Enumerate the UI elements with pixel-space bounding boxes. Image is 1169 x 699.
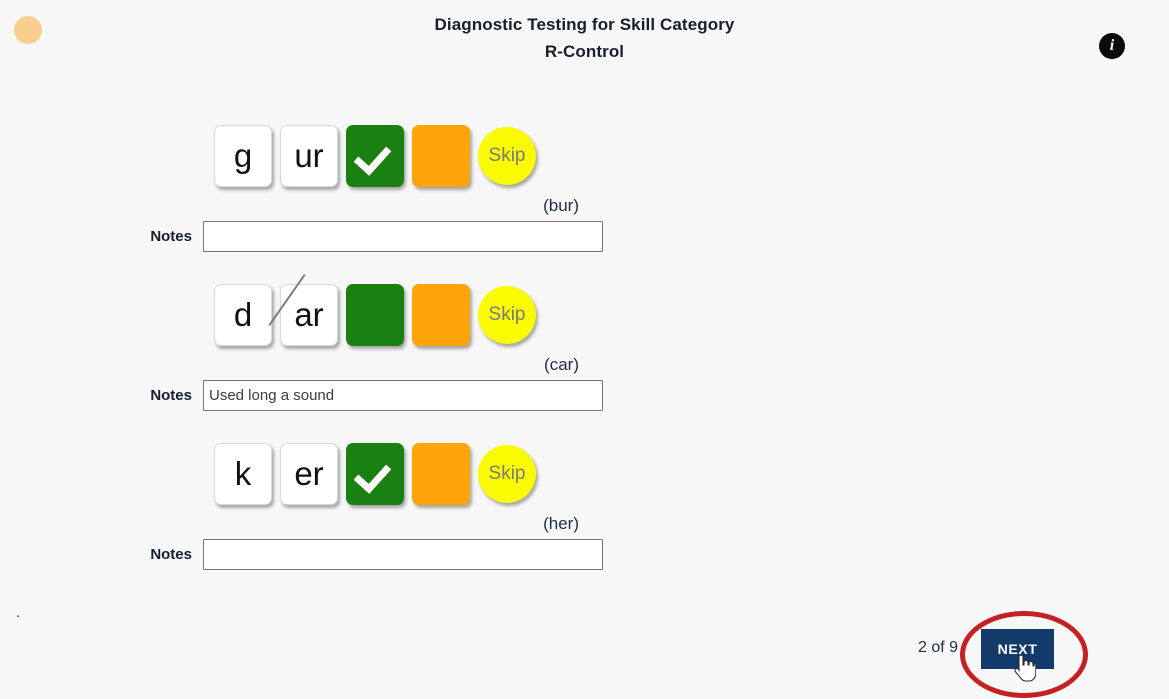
notes-row: Notes xyxy=(0,380,603,411)
notes-label: Notes xyxy=(150,387,192,404)
stray-dot: . xyxy=(16,604,21,621)
page-title: Diagnostic Testing for Skill Category R-… xyxy=(0,11,1169,65)
phoneme-tile[interactable]: k xyxy=(214,443,272,505)
phoneme-tile-label: k xyxy=(234,455,252,492)
notes-label: Notes xyxy=(150,546,192,563)
phoneme-tile[interactable]: g xyxy=(214,125,272,187)
notes-row: Notes xyxy=(0,539,603,570)
notes-input[interactable] xyxy=(203,539,603,570)
phoneme-tile[interactable]: ar xyxy=(268,274,338,346)
target-word-label: (car) xyxy=(544,355,579,374)
skip-button[interactable]: Skip xyxy=(478,127,536,185)
phoneme-tile[interactable]: ur xyxy=(280,125,338,187)
mark-correct-button[interactable] xyxy=(346,284,404,346)
mark-correct-button[interactable] xyxy=(346,125,404,187)
strikethrough-mark xyxy=(268,274,306,326)
skip-button[interactable]: Skip xyxy=(478,286,536,344)
mark-incorrect-button[interactable] xyxy=(412,125,470,187)
page-title-line-2: R-Control xyxy=(544,42,625,61)
mark-correct-button[interactable] xyxy=(346,443,404,505)
notes-input[interactable] xyxy=(203,221,603,252)
check-icon xyxy=(353,137,392,176)
phoneme-tile[interactable]: er xyxy=(280,443,338,505)
phoneme-tile-label: ar xyxy=(268,274,324,345)
mark-incorrect-button[interactable] xyxy=(412,443,470,505)
phoneme-tile-label: er xyxy=(294,455,324,492)
phoneme-tile-label: ur xyxy=(294,137,324,174)
notes-row: Notes xyxy=(0,221,603,252)
mark-incorrect-button[interactable] xyxy=(412,284,470,346)
phoneme-tile-label: g xyxy=(233,137,253,174)
notes-label: Notes xyxy=(150,228,192,245)
info-icon[interactable]: i xyxy=(1099,33,1125,59)
phoneme-tile-label: d xyxy=(233,296,253,333)
check-icon xyxy=(353,455,392,494)
page-title-line-1: Diagnostic Testing for Skill Category xyxy=(434,15,735,34)
pagination-status: 2 of 9 xyxy=(918,639,959,656)
target-word-label: (bur) xyxy=(543,196,579,215)
skip-button[interactable]: Skip xyxy=(478,445,536,503)
phoneme-tile[interactable]: d xyxy=(214,284,272,346)
next-button[interactable]: NEXT xyxy=(981,629,1054,669)
target-word-label: (her) xyxy=(543,514,579,533)
notes-input[interactable] xyxy=(203,380,603,411)
